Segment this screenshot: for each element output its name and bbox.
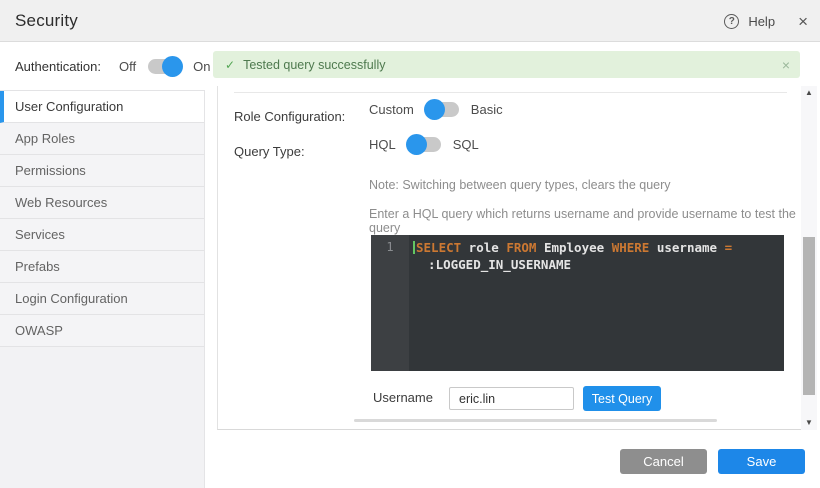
role-custom-label: Custom — [369, 102, 414, 117]
toggle-knob — [162, 56, 183, 77]
role-configuration-toggle[interactable] — [426, 102, 459, 117]
sidebar-item-web-resources[interactable]: Web Resources — [0, 187, 204, 219]
query-type-label: Query Type: — [234, 144, 305, 159]
test-query-button[interactable]: Test Query — [583, 386, 661, 411]
footer-bar: Cancel Save — [206, 430, 820, 488]
editor-caret — [413, 241, 415, 254]
username-label: Username — [373, 390, 433, 405]
code-token: Employee — [536, 240, 611, 255]
query-sql-label: SQL — [453, 137, 479, 152]
username-input[interactable] — [449, 387, 574, 410]
banner-message: Tested query successfully — [243, 58, 385, 72]
section-divider — [234, 92, 787, 93]
query-type-toggle-row: HQL SQL — [369, 137, 479, 152]
window-header: Security ? Help × — [0, 0, 820, 42]
sidebar-item-user-configuration[interactable]: User Configuration — [0, 91, 204, 123]
close-icon[interactable]: × — [798, 13, 808, 30]
query-code-editor[interactable]: 1 SELECT role FROM Employee WHERE userna… — [371, 235, 784, 371]
editor-code[interactable]: SELECT role FROM Employee WHERE username… — [409, 235, 784, 371]
horizontal-scrollbar-thumb[interactable] — [354, 419, 717, 422]
editor-line-number: 1 — [371, 235, 409, 371]
scroll-up-icon[interactable]: ▲ — [801, 87, 817, 99]
cancel-button[interactable]: Cancel — [620, 449, 707, 474]
toggle-knob — [406, 134, 427, 155]
main-panel: Role Configuration: Custom Basic Query T… — [217, 86, 801, 430]
banner-close-icon[interactable]: × — [782, 58, 790, 72]
query-hint: Enter a HQL query which returns username… — [369, 207, 801, 235]
check-icon: ✓ — [225, 58, 235, 72]
authentication-toggle[interactable] — [148, 59, 181, 74]
role-configuration-toggle-row: Custom Basic — [369, 102, 503, 117]
code-token: FROM — [506, 240, 536, 255]
query-hql-label: HQL — [369, 137, 396, 152]
help-icon[interactable]: ? — [724, 14, 739, 29]
code-token: SELECT — [416, 240, 461, 255]
sidebar-item-login-configuration[interactable]: Login Configuration — [0, 283, 204, 315]
page-title: Security — [15, 11, 78, 31]
sidebar-item-services[interactable]: Services — [0, 219, 204, 251]
authentication-label: Authentication: — [15, 59, 101, 74]
code-token: WHERE — [612, 240, 650, 255]
code-token: = — [725, 240, 733, 255]
toggle-knob — [424, 99, 445, 120]
authentication-off-label: Off — [119, 59, 136, 74]
code-token: role — [461, 240, 506, 255]
success-banner: ✓ Tested query successfully × — [213, 51, 800, 78]
role-basic-label: Basic — [471, 102, 503, 117]
sidebar-item-owasp[interactable]: OWASP — [0, 315, 204, 347]
help-link[interactable]: Help — [748, 14, 775, 29]
sidebar: User ConfigurationApp RolesPermissionsWe… — [0, 90, 205, 488]
save-button[interactable]: Save — [718, 449, 805, 474]
code-token: username — [649, 240, 724, 255]
authentication-on-label: On — [193, 59, 210, 74]
scroll-down-icon[interactable]: ▼ — [801, 417, 817, 429]
sidebar-item-prefabs[interactable]: Prefabs — [0, 251, 204, 283]
header-actions: ? Help × — [724, 0, 808, 42]
role-configuration-label: Role Configuration: — [234, 109, 345, 124]
sidebar-item-permissions[interactable]: Permissions — [0, 155, 204, 187]
vertical-scrollbar-thumb[interactable] — [803, 237, 815, 395]
query-type-note: Note: Switching between query types, cle… — [369, 178, 671, 192]
query-type-toggle[interactable] — [408, 137, 441, 152]
sidebar-item-app-roles[interactable]: App Roles — [0, 123, 204, 155]
vertical-scrollbar[interactable]: ▲ ▼ — [801, 86, 817, 430]
